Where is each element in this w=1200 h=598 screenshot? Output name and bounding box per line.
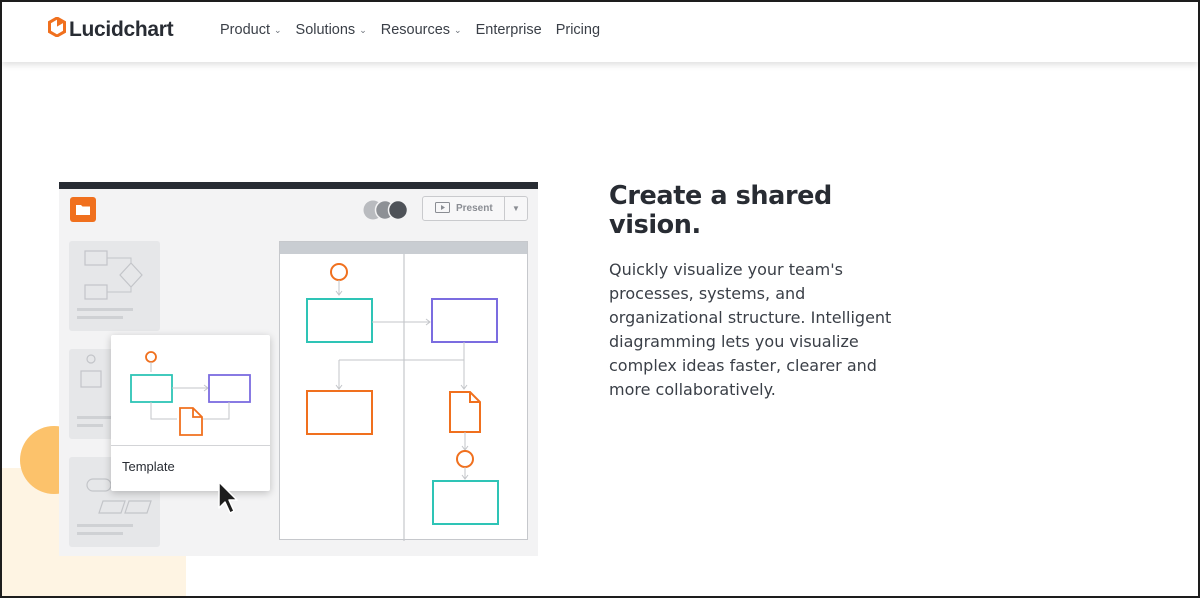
- folder-icon: [70, 197, 96, 222]
- nav-item-product[interactable]: Product ⌄: [220, 22, 282, 38]
- chevron-down-icon: ⌄: [273, 24, 282, 35]
- nav-label: Product: [220, 22, 270, 38]
- site-header: Lucidchart Product ⌄ Solutions ⌄ Resourc…: [2, 2, 1198, 62]
- present-label: Present: [456, 203, 493, 214]
- card-divider: [111, 445, 270, 446]
- page-frame: Lucidchart Product ⌄ Solutions ⌄ Resourc…: [0, 0, 1200, 598]
- template-preview: [130, 351, 251, 436]
- chevron-down-icon: ⌄: [359, 24, 367, 35]
- diagram-canvas[interactable]: [279, 241, 528, 541]
- nav-item-enterprise[interactable]: Enterprise: [476, 22, 542, 38]
- logo-text: Lucidchart: [69, 17, 174, 41]
- present-button[interactable]: Present ▼: [422, 196, 528, 221]
- nav-label: Resources: [380, 22, 451, 38]
- play-icon: [435, 201, 450, 216]
- hero-body: Quickly visualize your team's processes,…: [609, 260, 892, 399]
- chevron-down-icon: ⌄: [454, 24, 462, 35]
- app-illustration: Present ▼ Template: [59, 182, 538, 556]
- nav-label: Solutions: [295, 22, 356, 38]
- template-card[interactable]: Template: [111, 335, 270, 491]
- hero-headline: Create a shared vision.: [609, 181, 832, 240]
- mouse-cursor-icon: [217, 480, 241, 521]
- nav-label: Pricing: [555, 22, 601, 38]
- collaborator-avatars: [362, 199, 412, 221]
- nav-label: Enterprise: [475, 22, 542, 38]
- nav-item-resources[interactable]: Resources ⌄: [381, 22, 462, 38]
- present-main[interactable]: Present: [423, 197, 505, 220]
- lucidchart-logo-icon: [48, 16, 66, 42]
- nav-item-solutions[interactable]: Solutions ⌄: [296, 22, 367, 38]
- template-label: Template: [122, 459, 175, 474]
- template-thumbnail[interactable]: [69, 241, 160, 331]
- main-nav: Product ⌄ Solutions ⌄ Resources ⌄ Enterp…: [220, 22, 600, 38]
- nav-item-pricing[interactable]: Pricing: [556, 22, 600, 38]
- caret-down-icon[interactable]: ▼: [505, 204, 527, 213]
- logo[interactable]: Lucidchart: [48, 16, 174, 42]
